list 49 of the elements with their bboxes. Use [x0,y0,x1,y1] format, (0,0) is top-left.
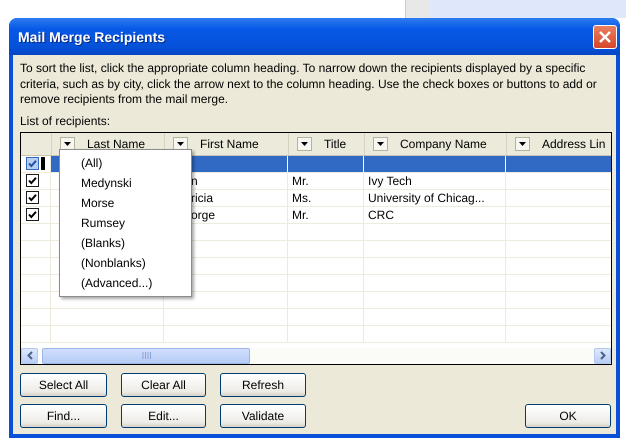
checkbox[interactable] [26,157,39,170]
table-cell: Ivy Tech [368,174,412,188]
menu-item[interactable]: (Blanks) [60,232,191,252]
checkbox[interactable] [26,208,39,221]
dialog-button[interactable]: Clear All [121,372,206,396]
list-label: List of recipients: [20,114,110,128]
horizontal-scrollbar[interactable] [21,348,611,364]
window-title: Mail Merge Recipients [18,28,166,44]
dialog-button[interactable]: Edit... [121,404,206,428]
scrollbar-thumb[interactable] [42,348,250,364]
table-cell: Mr. [292,174,309,188]
caret-icon [177,142,184,146]
table-cell: Mr. [292,208,309,222]
table-cell: CRC [368,208,394,222]
table-cell: n [191,174,198,188]
dialog-button[interactable]: Select All [20,372,107,396]
caret-icon [64,142,71,146]
scroll-right-button[interactable] [594,348,611,364]
table-cell: Ms. [292,190,312,204]
checkbox[interactable] [26,191,39,204]
menu-item[interactable]: Medynski [60,172,191,192]
dialog-button[interactable]: Find... [20,404,107,428]
close-icon [598,30,612,44]
ok-button[interactable]: OK [525,404,611,428]
menu-item[interactable]: (All) [60,152,191,172]
table-cell: University of Chicag... [368,190,485,204]
menu-item[interactable]: (Nonblanks) [60,252,191,272]
filter-dropdown-button[interactable] [373,136,388,150]
instructions-text: To sort the list, click the appropriate column heading. To narrow down the recipients displayed by a specific criteria, such as by city, click the arrow next to the column heading. Use the check boxes or buttons to add or remove recipients from the mail merge. [20,61,598,108]
row-focus-marker [41,157,45,170]
scroll-left-button[interactable] [21,348,38,364]
close-button[interactable] [593,24,617,48]
menu-item[interactable]: (Advanced...) [60,272,191,292]
caret-icon [377,142,384,146]
filter-dropdown-button[interactable] [173,136,188,150]
table-cell: ricia [191,190,214,204]
column-header[interactable]: Title [289,132,365,154]
column-header[interactable]: Address Lin [507,132,611,154]
filter-dropdown-button[interactable] [515,136,530,150]
filter-dropdown-button[interactable] [60,136,75,150]
column-header[interactable]: Company Name [365,132,507,154]
table-cell: orge [191,208,216,222]
dialog-button[interactable]: Validate [220,404,306,428]
checkbox[interactable] [26,174,39,187]
caret-icon [519,142,526,146]
dialog-button[interactable]: Refresh [220,372,306,396]
filter-dropdown-button[interactable] [297,136,312,150]
caret-icon [301,142,308,146]
grip-icon [142,352,150,359]
